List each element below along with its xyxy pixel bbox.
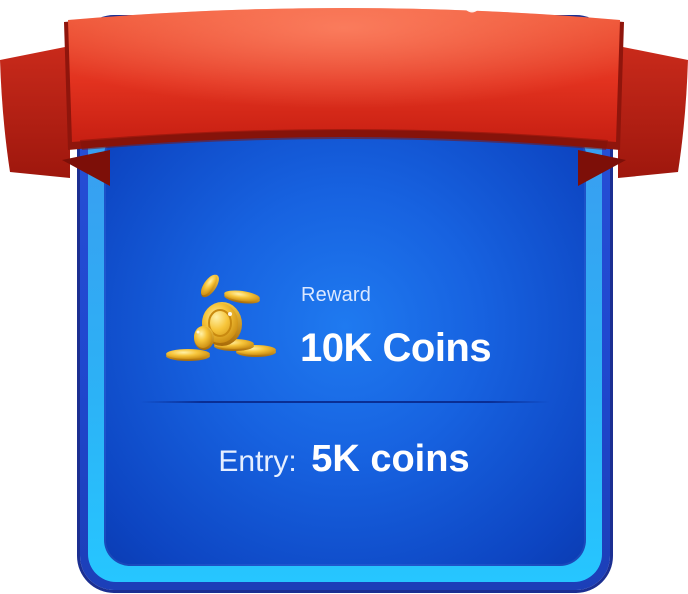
ribbon-banner <box>0 6 688 186</box>
entry-label: Entry: <box>218 445 297 478</box>
divider <box>140 401 550 403</box>
entry-amount: 5K coins <box>311 438 470 480</box>
reward-amount: 10K Coins <box>300 326 492 370</box>
reward-label: Reward <box>301 284 372 306</box>
reward-card-screen: Reward 10K Coins Entry: 5K coins <box>0 0 688 594</box>
entry-fee-row: Entry: 5K coins <box>0 438 688 481</box>
gold-coins-icon <box>166 274 276 361</box>
